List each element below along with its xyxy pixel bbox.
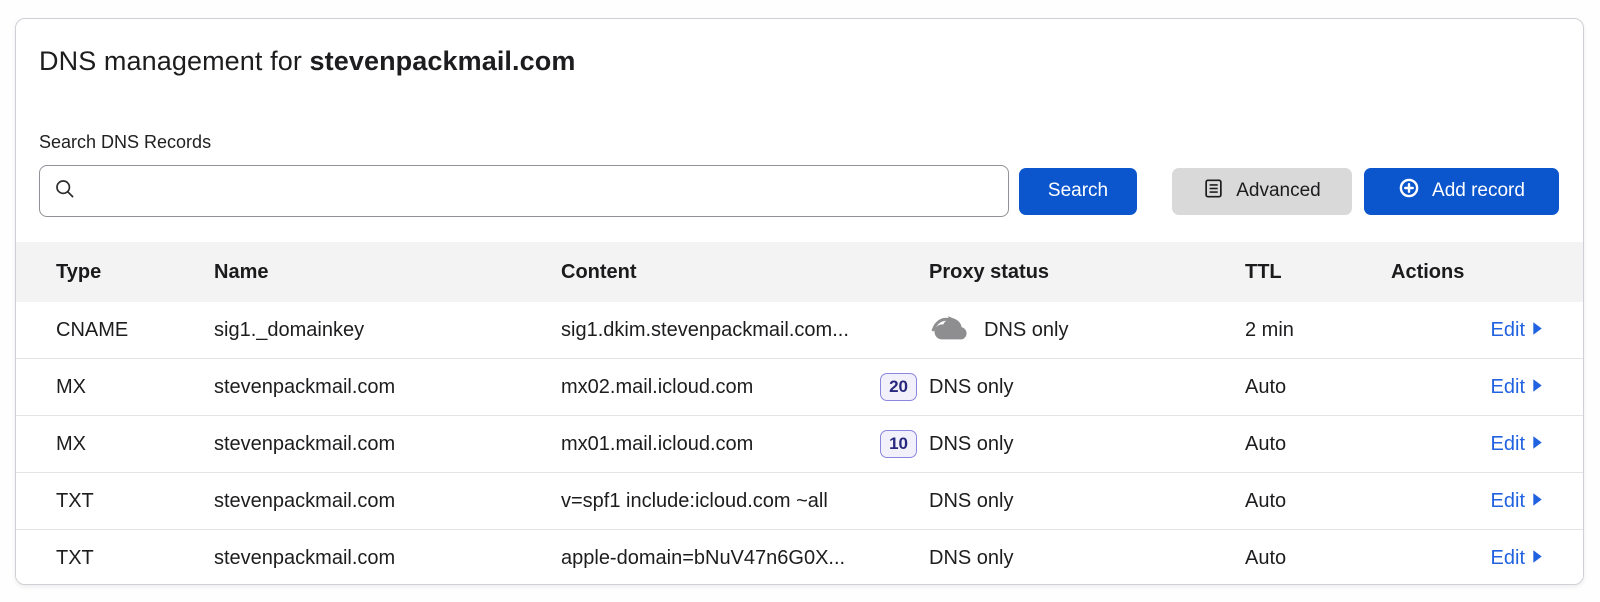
column-header-name: Name <box>214 261 561 284</box>
record-type: CNAME <box>56 319 214 342</box>
add-record-button[interactable]: Add record <box>1364 168 1559 215</box>
edit-arrow-icon <box>1532 547 1543 570</box>
column-header-type: Type <box>56 261 214 284</box>
proxy-status: DNS only <box>929 490 1013 513</box>
record-content: v=spf1 include:icloud.com ~all <box>561 490 828 513</box>
record-content: sig1.dkim.stevenpackmail.com... <box>561 319 849 342</box>
record-name: stevenpackmail.com <box>214 433 561 456</box>
proxy-status: DNS only <box>984 319 1068 342</box>
search-input-box[interactable] <box>39 165 1009 217</box>
record-type: TXT <box>56 547 214 570</box>
record-name: stevenpackmail.com <box>214 490 561 513</box>
add-record-button-label: Add record <box>1432 180 1525 202</box>
add-plus-icon <box>1398 177 1420 205</box>
page-title-prefix: DNS management for <box>39 46 310 76</box>
advanced-button[interactable]: Advanced <box>1172 168 1352 215</box>
record-content: mx02.mail.icloud.com <box>561 376 753 399</box>
edit-link-label: Edit <box>1491 376 1525 399</box>
advanced-list-icon <box>1203 178 1224 205</box>
search-button[interactable]: Search <box>1019 168 1137 215</box>
edit-link[interactable]: Edit <box>1491 433 1543 456</box>
column-header-content: Content <box>561 261 929 284</box>
priority-badge: 20 <box>880 373 917 400</box>
record-ttl: 2 min <box>1245 319 1391 342</box>
proxy-status: DNS only <box>929 376 1013 399</box>
edit-arrow-icon <box>1532 433 1543 456</box>
page-title-domain: stevenpackmail.com <box>310 46 576 76</box>
page-title: DNS management for stevenpackmail.com <box>39 46 1559 77</box>
dns-records-table: Type Name Content Proxy status TTL Actio… <box>16 242 1583 585</box>
search-input[interactable] <box>88 180 994 202</box>
record-ttl: Auto <box>1245 547 1391 570</box>
record-ttl: Auto <box>1245 490 1391 513</box>
record-name: sig1._domainkey <box>214 319 561 342</box>
edit-link-label: Edit <box>1491 433 1525 456</box>
table-body: CNAME sig1._domainkey sig1.dkim.stevenpa… <box>16 302 1583 585</box>
table-row: TXT stevenpackmail.com apple-domain=bNuV… <box>16 530 1583 585</box>
search-label: Search DNS Records <box>39 132 1559 153</box>
edit-arrow-icon <box>1532 490 1543 513</box>
record-type: MX <box>56 376 214 399</box>
edit-link-label: Edit <box>1491 547 1525 570</box>
record-name: stevenpackmail.com <box>214 547 561 570</box>
proxy-status: DNS only <box>929 547 1013 570</box>
table-row: TXT stevenpackmail.com v=spf1 include:ic… <box>16 473 1583 530</box>
edit-arrow-icon <box>1532 319 1543 342</box>
table-row: MX stevenpackmail.com mx01.mail.icloud.c… <box>16 416 1583 473</box>
edit-arrow-icon <box>1532 376 1543 399</box>
edit-link[interactable]: Edit <box>1491 319 1543 342</box>
record-ttl: Auto <box>1245 376 1391 399</box>
edit-link[interactable]: Edit <box>1491 490 1543 513</box>
record-type: TXT <box>56 490 214 513</box>
dns-management-card: DNS management for stevenpackmail.com Se… <box>15 18 1584 585</box>
column-header-proxy-status: Proxy status <box>929 261 1245 284</box>
table-row: CNAME sig1._domainkey sig1.dkim.stevenpa… <box>16 302 1583 359</box>
record-ttl: Auto <box>1245 433 1391 456</box>
record-type: MX <box>56 433 214 456</box>
column-header-ttl: TTL <box>1245 261 1391 284</box>
edit-link-label: Edit <box>1491 490 1525 513</box>
priority-badge: 10 <box>880 430 917 457</box>
search-icon <box>54 178 76 205</box>
table-header-row: Type Name Content Proxy status TTL Actio… <box>16 242 1583 302</box>
proxy-status: DNS only <box>929 433 1013 456</box>
record-content: mx01.mail.icloud.com <box>561 433 753 456</box>
advanced-button-label: Advanced <box>1236 180 1321 202</box>
edit-link-label: Edit <box>1491 319 1525 342</box>
table-row: MX stevenpackmail.com mx02.mail.icloud.c… <box>16 359 1583 416</box>
edit-link[interactable]: Edit <box>1491 376 1543 399</box>
record-name: stevenpackmail.com <box>214 376 561 399</box>
column-header-actions: Actions <box>1391 261 1543 284</box>
dns-only-cloud-icon <box>929 312 971 349</box>
edit-link[interactable]: Edit <box>1491 547 1543 570</box>
search-row: Search Advanced Add record <box>39 165 1559 217</box>
record-content: apple-domain=bNuV47n6G0X... <box>561 547 845 570</box>
